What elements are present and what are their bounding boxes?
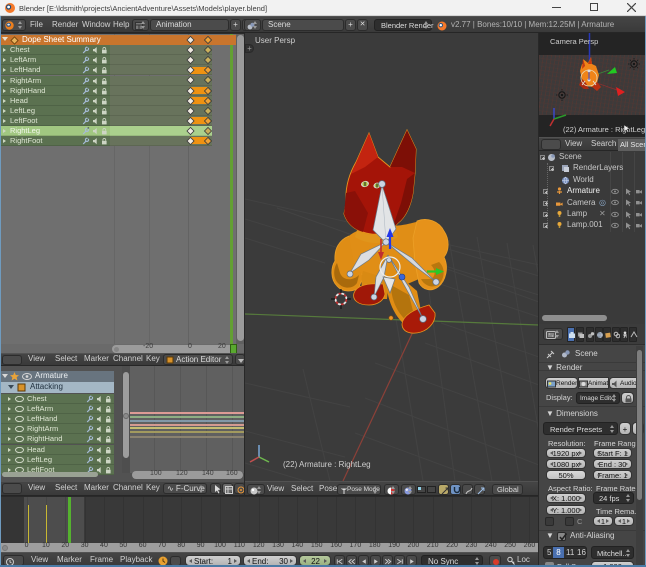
- svg-text:(22) Armature : RightLeg: (22) Armature : RightLeg: [283, 460, 371, 469]
- svg-text:User Persp: User Persp: [255, 36, 296, 45]
- svg-text:(22) Armature : RightLeg: (22) Armature : RightLeg: [563, 125, 645, 134]
- svg-text:Camera Persp: Camera Persp: [550, 37, 598, 46]
